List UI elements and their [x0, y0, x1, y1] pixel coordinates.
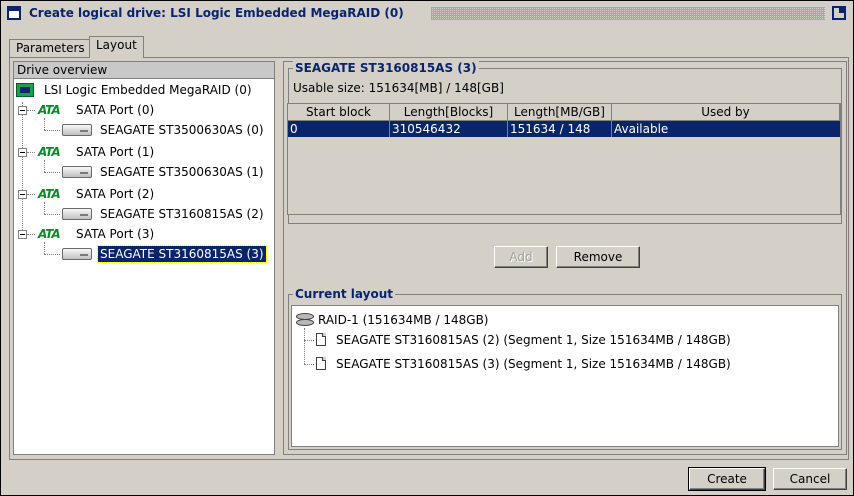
port-label: SATA Port (2) — [76, 187, 155, 201]
tree-item-member-1[interactable]: SEAGATE ST3160815AS (3) (Segment 1, Size… — [316, 356, 826, 372]
controller-label: LSI Logic Embedded MegaRAID (0) — [44, 83, 252, 97]
create-button[interactable]: Create — [688, 467, 766, 491]
column-header-start-block[interactable]: Start block — [288, 104, 390, 121]
raid-array-icon — [296, 313, 314, 327]
member-label: SEAGATE ST3160815AS (2) (Segment 1, Size… — [336, 333, 731, 347]
window-title: Create logical drive: LSI Logic Embedded… — [29, 6, 404, 20]
tree-item-disk-2[interactable]: SEAGATE ST3160815AS (2) — [14, 206, 270, 222]
cell-length-mbgb: 151634 / 148 — [508, 121, 612, 137]
port-label: SATA Port (3) — [76, 227, 155, 241]
current-layout-tree: RAID-1 (151634MB / 148GB) SEAGATE ST3160… — [291, 305, 839, 447]
table-row[interactable]: 0 310546432 151634 / 148 Available — [288, 121, 840, 137]
ata-icon: ATA — [38, 145, 61, 159]
hard-disk-icon — [62, 208, 92, 220]
raid-label: RAID-1 (151634MB / 148GB) — [318, 313, 489, 327]
ata-icon: ATA — [38, 227, 61, 241]
tree-line — [27, 194, 35, 195]
tree-line — [27, 152, 35, 153]
tree-item-port-3[interactable]: ATA SATA Port (3) — [14, 226, 270, 242]
hard-disk-icon — [62, 248, 92, 260]
ata-icon-text: ATA — [38, 103, 61, 117]
tree-item-raid[interactable]: RAID-1 (151634MB / 148GB) — [296, 312, 816, 328]
port-label: SATA Port (0) — [76, 103, 155, 117]
title-bar-pattern — [431, 7, 825, 20]
collapse-icon[interactable] — [18, 106, 27, 115]
tab-layout[interactable]: Layout — [89, 36, 144, 58]
maximize-icon[interactable] — [832, 6, 846, 20]
cancel-button[interactable]: Cancel — [773, 468, 847, 490]
member-label: SEAGATE ST3160815AS (3) (Segment 1, Size… — [336, 357, 731, 371]
document-icon — [316, 357, 326, 370]
collapse-icon[interactable] — [18, 148, 27, 157]
tree-line — [304, 364, 314, 365]
drive-overview-panel: Drive overview LSI Logic Embedded MegaRA… — [13, 61, 275, 455]
current-layout-title: Current layout — [293, 287, 395, 301]
tree-line — [304, 340, 314, 341]
tree-item-port-0[interactable]: ATA SATA Port (0) — [14, 102, 270, 118]
disk-label: SEAGATE ST3160815AS (2) — [100, 207, 264, 221]
ata-icon-text: ATA — [38, 187, 61, 201]
tree-item-member-0[interactable]: SEAGATE ST3160815AS (2) (Segment 1, Size… — [316, 332, 826, 348]
document-icon — [316, 333, 326, 346]
column-header-length-blocks[interactable]: Length[Blocks] — [390, 104, 508, 121]
disk-label: SEAGATE ST3500630AS (0) — [100, 123, 264, 137]
tree-item-port-2[interactable]: ATA SATA Port (2) — [14, 186, 270, 202]
tree-item-port-1[interactable]: ATA SATA Port (1) — [14, 144, 270, 160]
ata-icon: ATA — [38, 103, 61, 117]
title-bar[interactable]: Create logical drive: LSI Logic Embedded… — [3, 3, 851, 25]
hard-disk-icon — [62, 166, 92, 178]
tree-line — [27, 234, 35, 235]
disk-detail-title: SEAGATE ST3160815AS (3) — [293, 61, 479, 75]
disk-detail-group: SEAGATE ST3160815AS (3) Usable size: 151… — [287, 61, 842, 224]
collapse-icon[interactable] — [18, 230, 27, 239]
tree-item-disk-1[interactable]: SEAGATE ST3500630AS (1) — [14, 164, 270, 180]
hard-disk-icon — [62, 124, 92, 136]
current-layout-group: Current layout RAID-1 (151634MB / 148GB)… — [288, 287, 842, 450]
ata-icon-text: ATA — [38, 227, 61, 241]
tree-item-disk-0[interactable]: SEAGATE ST3500630AS (0) — [14, 122, 270, 138]
ata-icon: ATA — [38, 187, 61, 201]
remove-button[interactable]: Remove — [556, 246, 640, 268]
column-header-length-mbgb[interactable]: Length[MB/GB] — [508, 104, 612, 121]
disk-label: SEAGATE ST3500630AS (1) — [100, 165, 264, 179]
table-header: Start block Length[Blocks] Length[MB/GB]… — [288, 104, 840, 121]
cell-used-by: Available — [614, 122, 669, 136]
cell-start-block: 0 — [288, 121, 390, 137]
tree-item-controller[interactable]: LSI Logic Embedded MegaRAID (0) — [16, 82, 272, 98]
segment-table: Start block Length[Blocks] Length[MB/GB]… — [287, 103, 841, 215]
ata-icon-text: ATA — [38, 145, 61, 159]
tree-line — [27, 110, 35, 111]
collapse-icon[interactable] — [18, 190, 27, 199]
layout-panel: SEAGATE ST3160815AS (3) Usable size: 151… — [283, 61, 847, 455]
dialog-window: Create logical drive: LSI Logic Embedded… — [0, 0, 854, 496]
tab-parameters[interactable]: Parameters — [9, 39, 92, 57]
add-button[interactable]: Add — [494, 246, 548, 268]
controller-icon — [16, 83, 34, 97]
tree-item-disk-3[interactable]: SEAGATE ST3160815AS (3) — [14, 245, 270, 263]
usable-size-text: Usable size: 151634[MB] / 148[GB] — [293, 81, 504, 95]
drive-overview-header: Drive overview — [14, 62, 274, 79]
window-icon — [7, 6, 21, 20]
selected-disk-label: SEAGATE ST3160815AS (3) — [97, 245, 267, 263]
column-header-used-by[interactable]: Used by — [612, 104, 840, 121]
port-label: SATA Port (1) — [76, 145, 155, 159]
cell-length-blocks: 310546432 — [390, 121, 508, 137]
tree-line — [304, 328, 305, 364]
